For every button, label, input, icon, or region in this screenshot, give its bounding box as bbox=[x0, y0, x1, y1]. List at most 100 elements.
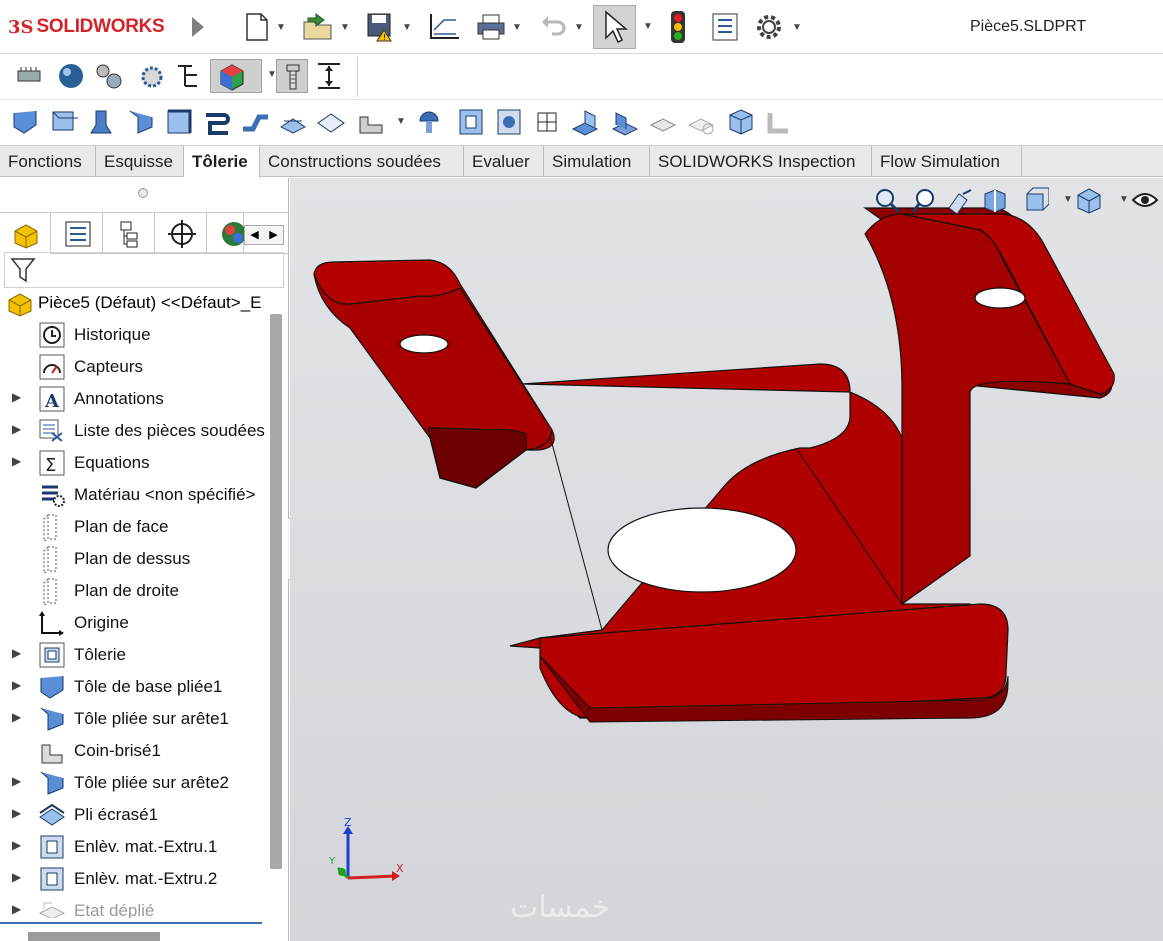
undo-button[interactable]: ▼ bbox=[540, 10, 584, 44]
tab-fonctions[interactable]: Fonctions bbox=[0, 146, 96, 177]
flatten-button[interactable] bbox=[648, 107, 678, 137]
forming-tool-button[interactable] bbox=[414, 107, 444, 137]
unfold-button[interactable] bbox=[570, 107, 600, 137]
expand-arrow-icon[interactable]: ▶ bbox=[12, 678, 21, 692]
simple-hole-button[interactable] bbox=[494, 107, 524, 137]
expand-arrow-icon[interactable]: ▶ bbox=[12, 870, 21, 884]
tab-solidworks-inspection[interactable]: SOLIDWORKS Inspection bbox=[650, 146, 872, 177]
drawing-from-part-button[interactable] bbox=[428, 10, 462, 44]
tab-tolerie[interactable]: Tôlerie bbox=[184, 146, 260, 178]
print-button[interactable]: ▼ bbox=[476, 10, 522, 44]
no-bends-button[interactable] bbox=[686, 107, 716, 137]
corners-button[interactable] bbox=[356, 107, 386, 137]
jog-button[interactable] bbox=[240, 107, 270, 137]
chevron-down-icon[interactable]: ▼ bbox=[792, 22, 802, 33]
lofted-bend-button[interactable] bbox=[86, 107, 116, 137]
chevron-down-icon[interactable]: ▼ bbox=[340, 22, 350, 33]
expand-arrow-icon[interactable]: ▶ bbox=[12, 902, 21, 916]
tree-item[interactable]: ▶ Tôlerie bbox=[0, 640, 270, 670]
chevron-down-icon[interactable]: ▼ bbox=[276, 22, 286, 33]
new-document-button[interactable]: ▼ bbox=[244, 10, 286, 44]
options-button[interactable]: ▼ bbox=[754, 10, 802, 44]
tree-item[interactable]: ▶ Liste des pièces soudées bbox=[0, 416, 270, 446]
tree-item[interactable]: ▶ Enlèv. mat.-Extru.2 bbox=[0, 864, 270, 894]
tree-item[interactable]: Plan de droite bbox=[0, 576, 270, 606]
expand-arrow-icon[interactable]: ▶ bbox=[12, 422, 21, 436]
tree-item[interactable]: ▶ A Annotations bbox=[0, 384, 270, 414]
filter-funnel-icon[interactable] bbox=[9, 255, 37, 285]
previous-view-button[interactable] bbox=[945, 186, 973, 214]
save-button[interactable]: ! ▼ bbox=[366, 10, 412, 44]
tree-item[interactable]: Matériau <non spécifié> bbox=[0, 480, 270, 510]
cross-break-button[interactable] bbox=[316, 107, 346, 137]
tab-flow-simulation[interactable]: Flow Simulation bbox=[872, 146, 1022, 177]
fold-button[interactable] bbox=[610, 107, 640, 137]
configuration-manager-tab[interactable] bbox=[104, 213, 155, 254]
scroll-right-icon[interactable]: ▶ bbox=[264, 226, 283, 244]
tab-evaluer[interactable]: Evaluer bbox=[464, 146, 544, 177]
tree-item[interactable]: ▶ Tôle de base pliée1 bbox=[0, 672, 270, 702]
property-manager-tab[interactable] bbox=[52, 213, 103, 254]
tree-horizontal-scrollbar[interactable] bbox=[28, 932, 160, 941]
miter-flange-button[interactable] bbox=[164, 107, 194, 137]
zoom-to-fit-button[interactable] bbox=[873, 186, 901, 214]
vent-button[interactable] bbox=[532, 107, 562, 137]
view-orientation-button[interactable] bbox=[1021, 186, 1049, 214]
pane-grip-handle[interactable] bbox=[138, 188, 148, 198]
settings-gears-button[interactable] bbox=[136, 61, 166, 91]
tree-item[interactable]: ▶ Pli écrasé1 bbox=[0, 800, 270, 830]
hardware-button[interactable] bbox=[14, 61, 44, 91]
assembly-button[interactable] bbox=[94, 61, 124, 91]
tab-constructions-soudees[interactable]: Constructions soudées bbox=[260, 146, 464, 177]
expand-arrow-icon[interactable]: ▶ bbox=[12, 774, 21, 788]
expand-arrow-icon[interactable]: ▶ bbox=[12, 454, 21, 468]
feature-manager-tab[interactable] bbox=[0, 213, 51, 254]
select-chevron-down-icon[interactable]: ▼ bbox=[643, 21, 653, 32]
open-document-button[interactable]: ▼ bbox=[302, 10, 350, 44]
menu-expand-arrow-icon[interactable] bbox=[192, 17, 204, 37]
select-button[interactable] bbox=[593, 5, 636, 49]
extruded-cut-button[interactable] bbox=[456, 107, 486, 137]
tree-item[interactable]: Plan de face bbox=[0, 512, 270, 542]
zoom-to-area-button[interactable] bbox=[911, 186, 939, 214]
tree-item[interactable]: ▶ Tôle pliée sur arête1 bbox=[0, 704, 270, 734]
appearance-button[interactable] bbox=[56, 61, 86, 91]
chevron-down-icon[interactable]: ▼ bbox=[512, 22, 522, 33]
sketched-bend-button[interactable] bbox=[278, 107, 308, 137]
tree-item[interactable]: Coin-brisé1 bbox=[0, 736, 270, 766]
filter-row[interactable] bbox=[4, 252, 284, 288]
rollback-bar[interactable] bbox=[0, 922, 262, 924]
insert-bends-button[interactable] bbox=[726, 107, 756, 137]
dimxpert-manager-tab[interactable] bbox=[156, 213, 207, 254]
tree-structure-button[interactable] bbox=[174, 61, 204, 91]
section-view-button[interactable] bbox=[981, 186, 1009, 214]
display-style-view-button[interactable] bbox=[1075, 186, 1103, 214]
tree-item[interactable]: Plan de dessus bbox=[0, 544, 270, 574]
expand-arrow-icon[interactable]: ▶ bbox=[12, 646, 21, 660]
convert-to-sheet-metal-button[interactable] bbox=[48, 107, 78, 137]
chevron-down-icon[interactable]: ▼ bbox=[1063, 194, 1073, 205]
tree-item[interactable]: ▶ Etat déplié bbox=[0, 896, 270, 918]
display-style-button[interactable] bbox=[210, 59, 262, 93]
hem-button[interactable] bbox=[202, 107, 232, 137]
tree-item[interactable]: ▶ Tôle pliée sur arête2 bbox=[0, 768, 270, 798]
dimension-button[interactable] bbox=[314, 61, 344, 91]
tree-item[interactable]: ▶ Enlèv. mat.-Extru.1 bbox=[0, 832, 270, 862]
tree-item[interactable]: Capteurs bbox=[0, 352, 270, 382]
rip-button[interactable] bbox=[764, 107, 794, 137]
chevron-down-icon[interactable]: ▼ bbox=[574, 22, 584, 33]
scroll-left-icon[interactable]: ◀ bbox=[245, 226, 264, 244]
chevron-down-icon[interactable]: ▼ bbox=[396, 116, 406, 127]
tree-root-part[interactable]: Pièce5 (Défaut) <<Défaut>_E bbox=[0, 288, 270, 318]
base-flange-button[interactable] bbox=[10, 107, 40, 137]
solidworks-logo[interactable]: 3S SOLIDWORKS bbox=[8, 13, 165, 41]
rebuild-button[interactable] bbox=[668, 10, 688, 44]
expand-arrow-icon[interactable]: ▶ bbox=[12, 710, 21, 724]
hide-show-items-button[interactable] bbox=[1131, 186, 1159, 214]
expand-arrow-icon[interactable]: ▶ bbox=[12, 838, 21, 852]
edge-flange-button[interactable] bbox=[126, 107, 156, 137]
display-manager-tab[interactable] bbox=[208, 213, 246, 254]
chevron-down-icon[interactable]: ▼ bbox=[402, 22, 412, 33]
tree-vertical-scrollbar[interactable] bbox=[270, 314, 282, 869]
file-properties-button[interactable] bbox=[710, 10, 740, 44]
